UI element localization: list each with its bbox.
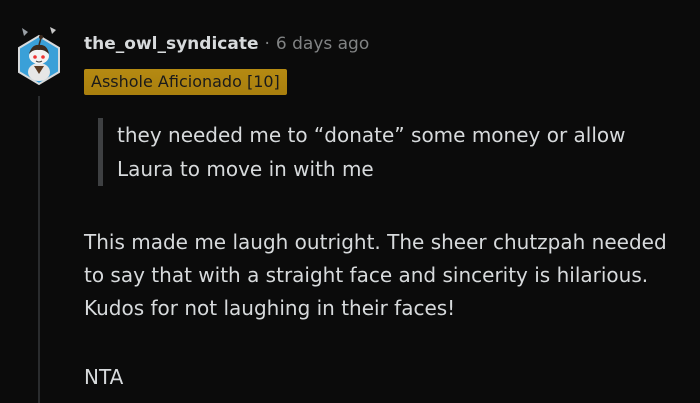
- comment-body: This made me laugh outright. The sheer c…: [84, 230, 667, 320]
- comment-verdict: NTA: [84, 365, 124, 389]
- timestamp-link[interactable]: 6 days ago: [276, 34, 369, 54]
- avatar[interactable]: [14, 24, 64, 90]
- comment-header: the_owl_syndicate · 6 days ago: [84, 34, 369, 54]
- separator: ·: [264, 34, 270, 54]
- user-flair: Asshole Aficionado [10]: [84, 69, 287, 95]
- thread-line[interactable]: [38, 96, 40, 403]
- snoo-avatar-icon: [18, 27, 60, 86]
- blockquote: they needed me to “donate” some money or…: [98, 118, 677, 186]
- username-link[interactable]: the_owl_syndicate: [84, 34, 258, 54]
